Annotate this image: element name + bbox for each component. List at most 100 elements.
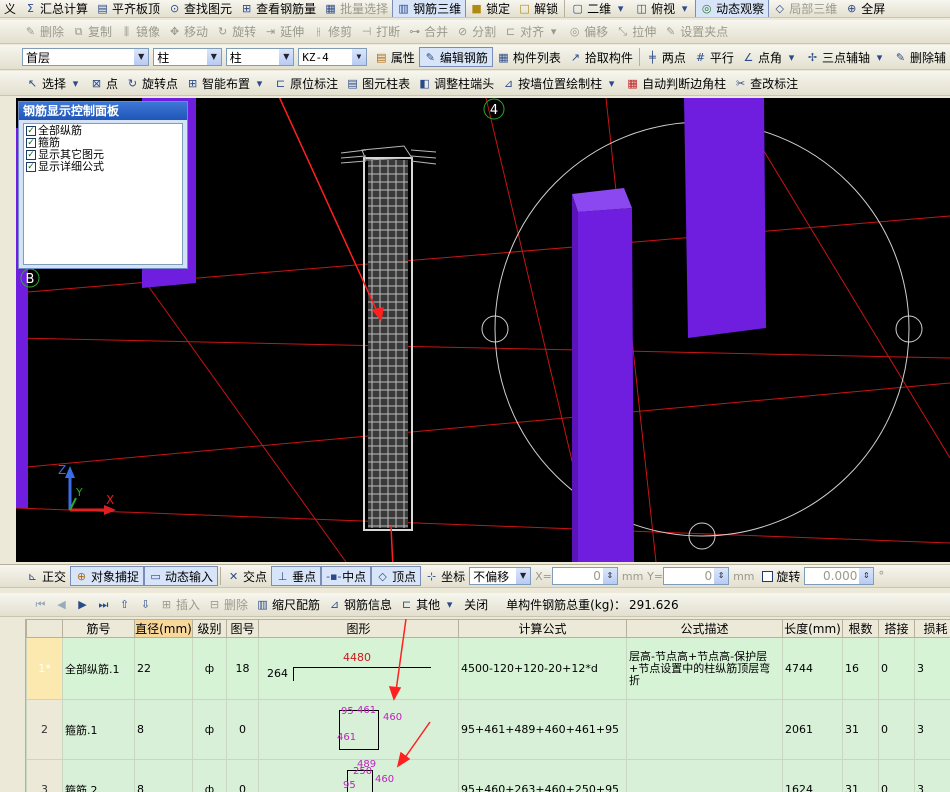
set-grip-button[interactable]: ✎ 设置夹点: [660, 22, 732, 42]
edit-rebar-button[interactable]: ✎ 编辑钢筋: [418, 47, 493, 67]
rotate-input[interactable]: 0.000 ⇕: [804, 567, 875, 585]
sigma-icon: Σ: [27, 2, 34, 15]
grid-line: [755, 137, 950, 459]
scale-icon: ▥: [257, 598, 268, 611]
rotate-button[interactable]: ↻ 旋转: [212, 22, 260, 42]
chevron-down-icon: ▾: [72, 76, 79, 90]
move-down-button[interactable]: ⇩: [135, 595, 156, 615]
properties-button[interactable]: ▤ 属性: [371, 47, 419, 67]
rotate-point-button[interactable]: ↻ 旋转点: [122, 73, 182, 93]
grid-line: [145, 282, 347, 562]
in-place-annotate-button[interactable]: ⊏ 原位标注: [270, 73, 342, 93]
2d-dropdown[interactable]: ▢ 二维 ▾: [567, 0, 631, 17]
split-icon: ⊘: [458, 25, 468, 38]
last-record-button[interactable]: ⏭: [93, 595, 114, 615]
merge-button[interactable]: ⊶ 合并: [404, 22, 452, 42]
checkbox-icon: [762, 570, 774, 582]
edit-annotation-button[interactable]: ✂ 查改标注: [730, 73, 802, 93]
midpoint-snap-button[interactable]: -▪- 中点: [321, 566, 372, 586]
properties-icon: ▤: [376, 50, 387, 64]
view-rebar-button[interactable]: ⊞ 查看钢筋量: [236, 0, 320, 17]
lock-button[interactable]: ■ 锁定: [466, 0, 514, 17]
component-list-button[interactable]: ▦ 构件列表: [493, 47, 565, 67]
close-button[interactable]: 关闭: [460, 595, 492, 615]
local-3d-button[interactable]: ◇ 局部三维: [769, 0, 841, 17]
break-button[interactable]: ⊣ 打断: [356, 22, 404, 42]
column-front: [578, 208, 634, 562]
find-element-button[interactable]: ⊙ 查找图元: [164, 0, 236, 17]
rotate-checkbox[interactable]: 旋转: [758, 566, 804, 586]
y-input[interactable]: 0 ⇕: [663, 567, 730, 585]
menu-yi[interactable]: 义: [0, 0, 20, 17]
cage-stirrups: [368, 160, 408, 528]
trim-button[interactable]: ⫲ 修剪: [308, 22, 356, 42]
component-select[interactable]: KZ-4 ▼: [298, 48, 367, 66]
move-up-button[interactable]: ⇧: [114, 595, 135, 615]
y-unit: mm: [733, 569, 755, 583]
copy-button[interactable]: ⧉ 复制: [68, 22, 116, 42]
dynamic-input-button[interactable]: ▭ 动态输入: [144, 566, 219, 586]
smart-layout-button[interactable]: ⊞ 智能布置 ▾: [182, 73, 270, 93]
spinner-icon: ⇕: [602, 568, 617, 584]
delete-button[interactable]: ✎ 删除: [20, 22, 68, 42]
floor-select[interactable]: 首层 ▼: [22, 48, 150, 66]
perpendicular-snap-button[interactable]: ⊥ 垂点: [271, 566, 322, 586]
column-table-button[interactable]: ▤ 图元柱表: [342, 73, 414, 93]
align-button[interactable]: ⊏ 对齐 ▾: [500, 22, 564, 42]
y-label: Y=: [647, 569, 664, 583]
category-select[interactable]: 柱 ▼: [153, 48, 222, 66]
select-button[interactable]: ↖ 选择 ▾: [22, 73, 86, 93]
checkbox-show-formula[interactable]: ✓ 显示详细公式: [26, 161, 180, 173]
auto-corner-column-button[interactable]: ▦ 自动判断边角柱: [622, 73, 730, 93]
offset-mode-select[interactable]: 不偏移 ▼: [469, 567, 532, 585]
top-view-dropdown[interactable]: ◫ 俯视 ▾: [631, 0, 695, 17]
point-angle-button[interactable]: ∠ 点角 ▾: [738, 47, 802, 67]
move-button[interactable]: ✥ 移动: [164, 22, 212, 42]
rebar-3d-button[interactable]: ▥ 钢筋三维: [392, 0, 467, 17]
x-input[interactable]: 0 ⇕: [551, 567, 618, 585]
midpoint-icon: -▪-: [326, 569, 342, 583]
3d-rebar-icon: ▥: [398, 2, 409, 15]
draw-by-wall-button[interactable]: ⊿ 按墙位置绘制柱 ▾: [498, 73, 622, 93]
local-3d-icon: ◇: [775, 2, 784, 15]
delete-row-button[interactable]: ⊟ 删除: [204, 595, 252, 615]
point-button[interactable]: ⊠ 点: [86, 73, 122, 93]
point-angle-icon: ∠: [743, 50, 754, 64]
adjust-column-end-button[interactable]: ◧ 调整柱端头: [414, 73, 498, 93]
stretch-button[interactable]: ⤡ 拉伸: [612, 22, 660, 42]
panel-body: ✓ 全部纵筋 ✓ 箍筋 ✓ 显示其它图元 ✓ 显示详细公式: [23, 123, 183, 265]
delete-aux-button[interactable]: ✎ 删除辅: [890, 47, 950, 67]
type-select[interactable]: 柱 ▼: [225, 48, 295, 66]
extend-button[interactable]: ⇥ 延伸: [260, 22, 308, 42]
two-point-button[interactable]: ╪ 两点: [642, 47, 690, 67]
three-point-aux-button[interactable]: ✢ 三点辅轴 ▾: [802, 47, 890, 67]
align-slab-top-button[interactable]: ▤ 平齐板顶: [92, 0, 164, 17]
fullscreen-button[interactable]: ⊕ 全屏: [841, 0, 889, 17]
intersection-snap-button[interactable]: ✕ 交点: [223, 566, 271, 586]
move-icon: ✥: [169, 25, 180, 38]
batch-select-button[interactable]: ▦ 批量选择: [320, 0, 392, 17]
dynamic-observe-button[interactable]: ◎ 动态观察: [695, 0, 770, 17]
insert-button[interactable]: ⊞ 插入: [156, 595, 204, 615]
next-record-button[interactable]: ▶: [72, 595, 93, 615]
prev-record-button[interactable]: ◀: [51, 595, 72, 615]
split-button[interactable]: ⊘ 分割: [452, 22, 500, 42]
pick-component-button[interactable]: ↗ 拾取构件: [565, 47, 637, 67]
cursor-icon: ↖: [27, 76, 38, 90]
object-snap-button[interactable]: ⊕ 对象捕捉: [70, 566, 145, 586]
ortho-button[interactable]: ⊾ 正交: [22, 566, 70, 586]
rebar-info-button[interactable]: ⊿ 钢筋信息: [324, 595, 396, 615]
coord-snap-button[interactable]: ⊹ 坐标: [421, 566, 469, 586]
2d-icon: ▢: [572, 2, 583, 15]
total-weight: 单构件钢筋总重(kg)： 291.626: [506, 597, 679, 613]
summary-calc-button[interactable]: Σ 汇总计算: [20, 0, 92, 17]
first-record-button[interactable]: ⏮: [30, 595, 51, 615]
scale-rebar-button[interactable]: ▥ 缩尺配筋: [252, 595, 324, 615]
unlock-button[interactable]: □ 解锁: [514, 0, 562, 17]
parallel-button[interactable]: # 平行: [690, 47, 738, 67]
vertex-snap-button[interactable]: ◇ 顶点: [371, 566, 422, 586]
offset-button[interactable]: ◎ 偏移: [564, 22, 612, 42]
break-icon: ⊣: [361, 25, 372, 38]
other-dropdown[interactable]: ⊏ 其他 ▾: [396, 595, 460, 615]
mirror-button[interactable]: ⫼ 镜像: [116, 22, 164, 42]
